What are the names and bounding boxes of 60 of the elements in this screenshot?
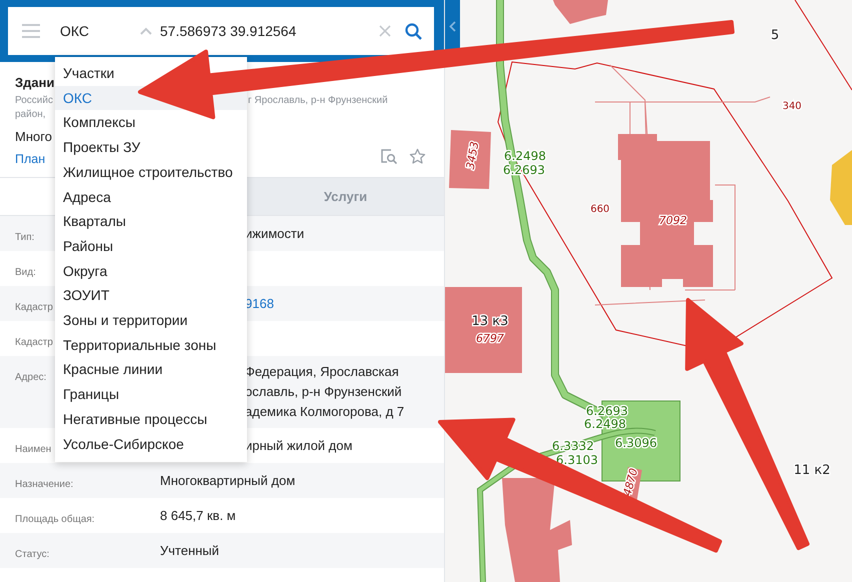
menu-icon[interactable] (22, 24, 40, 38)
map-label: 340 (782, 101, 802, 112)
map-label: 6.3332 (552, 439, 594, 453)
menu-item[interactable]: Негативные процессы (55, 406, 216, 432)
menu-item[interactable]: Красные линии (55, 357, 171, 382)
field-label: Наимен (15, 444, 52, 455)
menu-item[interactable]: Проекты ЗУ (55, 135, 148, 160)
map-label: 5 (770, 28, 780, 43)
menu-item[interactable]: Участки (55, 61, 122, 86)
field-label: Вид: (15, 267, 36, 278)
field-value: ижимости (245, 224, 304, 242)
menu-item[interactable]: ЗОУИТ (55, 283, 118, 308)
field-value: Федерация, Ярославская (245, 363, 400, 381)
menu-item[interactable]: Адреса (55, 184, 119, 210)
plan-link[interactable]: План (15, 148, 46, 170)
field-value: адемика Колмогорова, д 7 (245, 403, 404, 421)
menu-item[interactable]: Территориальные зоны (55, 332, 224, 358)
menu-item[interactable]: Комплексы (55, 110, 144, 136)
menu-item[interactable]: Зоны и территории (55, 308, 196, 333)
map-label: 7092 (659, 214, 687, 227)
menu-item[interactable]: Жилищное строительство (55, 160, 241, 185)
map-label: 4870 (620, 466, 641, 498)
field-value: 8 645,7 кв. м (160, 506, 236, 524)
field-label: Кадастр (15, 302, 53, 313)
clear-icon[interactable] (379, 25, 391, 37)
map-label: 6.3096 (615, 436, 657, 450)
map-label: 6797 (476, 332, 504, 345)
map-label: 6.3103 (556, 453, 598, 467)
address-text: г Ярославль, р-н Фрунзенский (248, 94, 388, 108)
menu-item[interactable]: Районы (55, 234, 122, 259)
collapse-panel-button[interactable] (445, 0, 460, 52)
menu-item[interactable]: Кварталы (55, 209, 134, 234)
map-label: 3453 (464, 140, 482, 170)
field-label: Назначение: (15, 479, 74, 490)
purpose-text: Много (15, 128, 52, 146)
field-value: Многоквартирный дом (160, 472, 296, 490)
map-label: 6.2693 (586, 404, 628, 418)
search-field[interactable]: 57.586973 39.912564 (160, 23, 371, 39)
search-icon[interactable] (405, 22, 422, 40)
field-label: Адрес: (15, 372, 46, 383)
field-value: ославль, р-н Фрунзенский (245, 383, 403, 401)
map-label: 13 к3 (472, 314, 508, 329)
menu-item[interactable]: Границы (55, 382, 127, 407)
field-label: Статус: (15, 549, 50, 560)
category-select[interactable]: ОКС (60, 23, 132, 39)
map-label: 660 (590, 204, 610, 215)
chevron-left-icon (449, 20, 456, 32)
address-text: Российс (15, 94, 53, 108)
field-label: Тип: (15, 232, 34, 243)
menu-item[interactable]: Усолье-Сибирское (55, 432, 192, 456)
object-title: Здани (15, 74, 54, 92)
zoom-to-object-icon[interactable] (380, 148, 397, 165)
field-value: Учтенный (160, 542, 220, 560)
star-icon[interactable] (409, 148, 426, 165)
caret-icon[interactable] (140, 27, 152, 35)
field-label: Кадастр (15, 337, 53, 348)
field-label: Площадь общая: (15, 514, 95, 525)
menu-item[interactable]: Округа (55, 258, 116, 284)
map-label: 11 к2 (794, 463, 830, 478)
address-text: район, (15, 108, 46, 122)
